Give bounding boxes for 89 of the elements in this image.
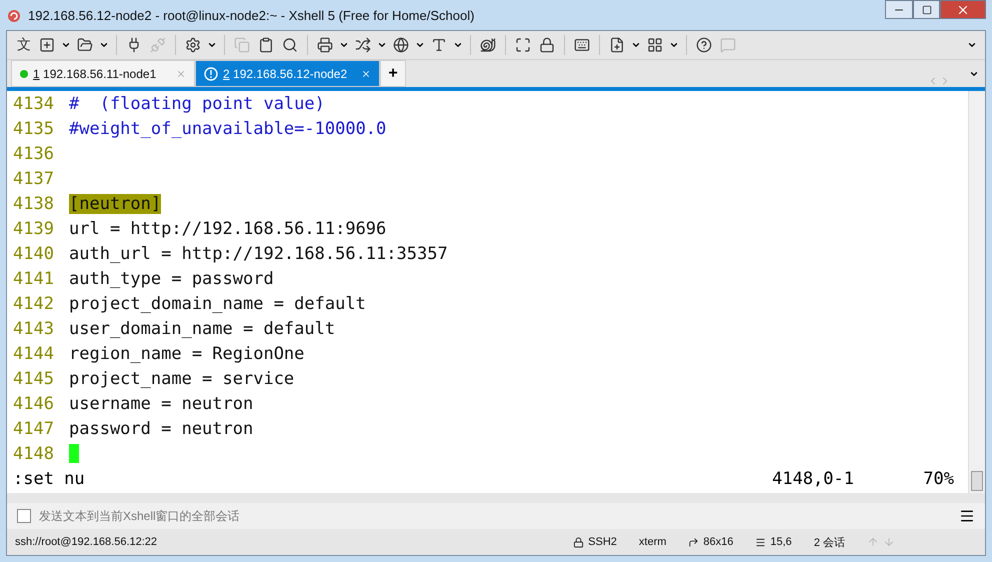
search-icon [282,37,298,53]
add-file-icon [609,37,625,53]
new-tab-button[interactable]: + [380,60,406,87]
line-number: 4147 [13,418,55,438]
session-tab[interactable]: 2 192.168.56.12-node2 [195,60,380,87]
paste-icon [258,37,274,53]
close-button[interactable] [940,0,986,19]
settings-icon [185,37,201,53]
help-icon [696,37,712,53]
send-all-checkbox[interactable] [17,509,31,523]
config-text: username = neutron [69,394,254,414]
dropdown-caret-icon[interactable] [61,40,71,50]
maximize-button[interactable] [913,0,940,19]
dropdown-caret-icon[interactable] [99,40,109,50]
maximize-icon [922,4,932,14]
fullscreen-icon [515,37,531,53]
line-number: 4139 [13,218,55,238]
folder-icon [77,37,93,53]
config-text: url = http://192.168.56.11:9696 [69,218,386,238]
copy-icon [234,37,250,53]
unplug-icon [150,37,166,53]
line-number: 4138 [13,194,55,214]
shell-icon [480,37,496,53]
tab-label: 2 192.168.56.12-node2 [223,66,348,80]
text-cursor [69,444,79,463]
dropdown-caret-icon[interactable] [207,40,217,50]
keyboard-icon [574,37,590,53]
session-tab[interactable]: 1 192.168.56.11-node1 [11,60,195,87]
up-arrow-icon [867,536,879,548]
dropdown-caret-icon[interactable] [415,40,425,50]
dropdown-caret-icon[interactable] [377,40,387,50]
down-arrow-icon [883,536,895,548]
terminal-type: xterm [638,536,666,548]
config-text: region_name = RegionOne [69,344,304,364]
line-number: 4144 [13,344,55,364]
line-number: 4146 [13,394,55,414]
send-all-label: 发送文本到当前Xshell窗口的全部会话 [39,508,240,524]
line-number: 4140 [13,244,55,264]
config-text: project_domain_name = default [69,294,366,314]
terminal-size: 86x16 [703,536,734,548]
line-number: 4136 [13,144,55,164]
tab-list-icon[interactable] [969,69,979,79]
session-count: 2 会话 [814,536,845,550]
printer-icon [317,37,333,53]
cursor-coordinates: 15,6 [770,536,792,548]
comment-text: #weight_of_unavailable=-10000.0 [69,118,386,138]
config-text: user_domain_name = default [69,318,336,338]
cursor-position: 4148,0-1 [772,468,854,488]
config-text: auth_url = http://192.168.56.11:35357 [69,244,448,264]
chat-icon [720,37,736,53]
protocol-label: SSH2 [588,536,617,548]
lock-icon [573,536,584,548]
dropdown-caret-icon[interactable] [453,40,463,50]
scrollbar-thumb[interactable] [971,471,983,491]
new-session-icon [39,37,55,53]
menu-icon[interactable] [959,508,975,524]
config-text: auth_type = password [69,268,274,288]
connected-dot-icon [20,70,28,78]
command-text: :set nu [13,468,85,488]
dropdown-caret-icon[interactable] [339,40,349,50]
language-button[interactable]: 文 [15,34,33,56]
line-number: 4142 [13,294,55,314]
line-number: 4145 [13,368,55,388]
resize-icon [688,536,700,548]
font-icon [431,37,447,53]
toolbar-overflow-icon[interactable] [967,40,977,50]
line-number: 4137 [13,168,55,188]
dropdown-caret-icon[interactable] [631,40,641,50]
line-number: 4143 [13,318,55,338]
transfer-icon [355,37,371,53]
tab-label: 1 192.168.56.11-node1 [33,66,156,80]
dropdown-caret-icon[interactable] [669,40,679,50]
config-text: password = neutron [69,418,254,438]
shell-logo-icon [6,7,22,23]
layout-icon [647,37,663,53]
lock-icon [539,37,555,53]
globe-icon [393,37,409,53]
config-text: [neutron] [69,194,162,214]
line-number: 4135 [13,118,55,138]
scroll-percent: 70% [922,468,954,488]
window-title: 192.168.56.12-node2 - root@linux-node2:~ - Xshell 5 (Free for Home/School) [28,8,476,22]
line-number: 4134 [13,94,55,114]
close-tab-icon[interactable] [361,68,371,78]
alert-icon [204,66,218,80]
line-number: 4141 [13,268,55,288]
comment-text: # (floating point value) [69,94,325,114]
connection-address: ssh://root@192.168.56.12:22 [15,536,158,548]
line-number: 4148 [13,444,55,464]
config-text: project_name = service [69,368,294,388]
